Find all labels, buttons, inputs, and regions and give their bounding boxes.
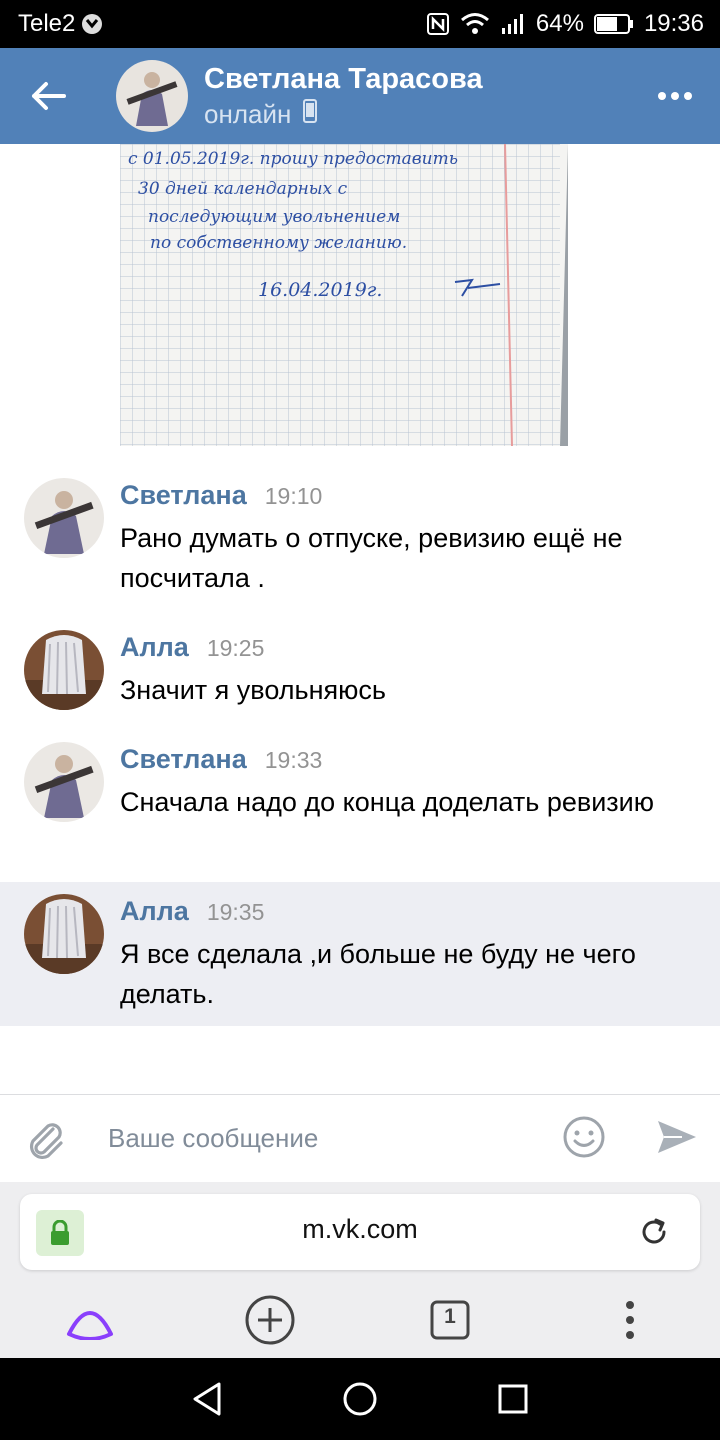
message-author[interactable]: Светлана: [120, 480, 247, 511]
photo-text-line: последующим увольнением: [148, 207, 400, 227]
square-recents-icon: [498, 1384, 528, 1414]
message-text: Рано думать о отпуске, ревизию ещё не по…: [120, 523, 623, 593]
vertical-dots-icon: [626, 1301, 634, 1339]
message-text: Сначала надо до конца доделать ревизию: [120, 787, 655, 817]
plus-circle-icon: [245, 1295, 295, 1345]
message-time: 19:10: [264, 483, 323, 509]
cell-signal-icon: [500, 13, 526, 35]
chat-header: Светлана Тарасова онлайн: [0, 48, 720, 144]
reload-button[interactable]: [636, 1214, 672, 1250]
message-time: 19:35: [206, 899, 265, 925]
message-item[interactable]: Светлана 19:33 Сначала надо до конца дод…: [0, 728, 720, 868]
author-avatar[interactable]: [24, 630, 104, 710]
message-item[interactable]: Алла 19:35 Я все сделала ,и больше не бу…: [0, 882, 720, 1026]
battery-icon: [593, 13, 634, 35]
new-tab-button[interactable]: [242, 1292, 298, 1348]
message-item[interactable]: Алла 19:25 Значит я увольняюсь: [0, 618, 720, 718]
circle-home-icon: [343, 1382, 377, 1416]
attached-photo[interactable]: с 01.05.2019г. прошу предоставить 30 дне…: [120, 144, 568, 446]
author-avatar[interactable]: [24, 894, 104, 974]
photo-text-line: 30 дней календарных с: [138, 179, 348, 199]
arrow-left-icon: [32, 82, 66, 110]
contact-name[interactable]: Светлана Тарасова: [204, 61, 630, 97]
emoji-button[interactable]: [560, 1113, 608, 1161]
system-nav-bar: [0, 1358, 720, 1440]
message-item[interactable]: Светлана 19:10 Рано думать о отпуске, ре…: [0, 464, 720, 604]
wifi-icon: [460, 12, 490, 36]
attach-button[interactable]: [0, 1095, 90, 1183]
back-button[interactable]: [0, 48, 96, 144]
message-input[interactable]: [108, 1115, 538, 1161]
url-text[interactable]: m.vk.com: [20, 1214, 700, 1245]
mobile-phone-icon: [303, 97, 318, 131]
contact-avatar[interactable]: [116, 60, 188, 132]
send-arrow-icon: [658, 1121, 696, 1153]
alice-assistant-button[interactable]: [62, 1292, 118, 1348]
nav-home-button[interactable]: [336, 1375, 384, 1423]
more-dots-icon: [658, 92, 692, 100]
reload-icon: [642, 1218, 666, 1244]
message-author[interactable]: Светлана: [120, 744, 247, 775]
signal-settings-icon: [81, 13, 103, 35]
message-composer: [0, 1094, 720, 1182]
nav-recents-button[interactable]: [489, 1375, 537, 1423]
carrier-label: Tele2: [18, 10, 76, 37]
address-bar[interactable]: m.vk.com: [20, 1194, 700, 1270]
paperclip-icon: [29, 1122, 63, 1159]
status-bar: Tele2 64% 19:36: [0, 0, 720, 48]
nfc-icon: [426, 12, 450, 36]
message-time: 19:33: [264, 747, 323, 773]
message-list: с 01.05.2019г. прошу предоставить 30 дне…: [0, 144, 720, 1094]
message-text: Я все сделала ,и больше не буду не чего …: [120, 939, 636, 1009]
triangle-back-icon: [193, 1382, 221, 1416]
author-avatar[interactable]: [24, 742, 104, 822]
photo-text-line: по собственному желанию.: [150, 233, 407, 253]
photo-text-line: 16.04.2019г.: [258, 279, 382, 301]
battery-percent: 64%: [535, 10, 584, 37]
browser-toolbar: 1: [0, 1282, 720, 1358]
smiley-icon: [563, 1116, 605, 1158]
browser-menu-button[interactable]: [602, 1292, 658, 1348]
photo-text-line: с 01.05.2019г. прошу предоставить: [128, 149, 458, 169]
more-options-button[interactable]: [630, 48, 720, 144]
online-status-label: онлайн: [204, 99, 292, 129]
clock: 19:36: [643, 10, 704, 37]
alice-icon: [67, 1311, 113, 1340]
send-button[interactable]: [652, 1113, 700, 1161]
tabs-button[interactable]: 1: [422, 1292, 478, 1348]
author-avatar[interactable]: [24, 478, 104, 558]
nav-back-button[interactable]: [183, 1375, 231, 1423]
message-time: 19:25: [206, 635, 265, 661]
browser-bar: m.vk.com 1: [0, 1182, 720, 1358]
message-author[interactable]: Алла: [120, 896, 189, 927]
tab-count: 1: [444, 1305, 456, 1328]
online-status: онлайн: [204, 97, 630, 131]
message-author[interactable]: Алла: [120, 632, 189, 663]
message-text: Значит я увольняюсь: [120, 675, 386, 705]
